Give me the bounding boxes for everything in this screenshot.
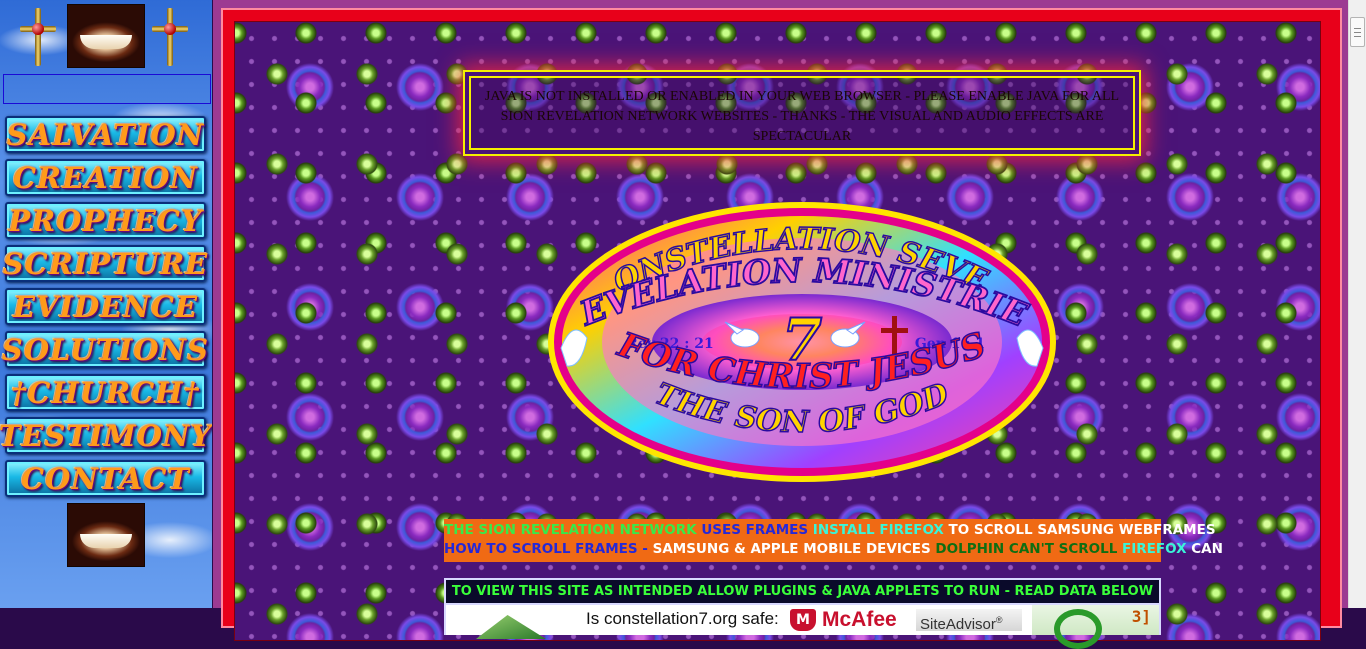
navigation-frame: SALVATION CREATION PROPHECY SCRIPTURE EV…	[0, 0, 212, 608]
nav-evidence-button[interactable]: EVIDENCE	[5, 288, 206, 325]
rating-badge[interactable]: 3]	[1032, 605, 1159, 649]
info-segment: THE SION REVELATION NETWORK	[444, 522, 702, 538]
nav-prophecy-button[interactable]: PROPHECY	[5, 202, 206, 239]
glowing-bible-image	[67, 4, 145, 68]
info-row-2: HOW TO SCROLL FRAMES - SAMSUNG & APPLE M…	[444, 540, 1223, 559]
glowing-bible-image	[67, 503, 145, 567]
info-segment: TO SCROLL SAMSUNG WEBFRAMES	[948, 522, 1216, 538]
nav-salvation-button[interactable]: SALVATION	[5, 116, 206, 153]
info-row-1: THE SION REVELATION NETWORK USES FRAMES …	[444, 521, 1216, 540]
plugins-notice: TO VIEW THIS SITE AS INTENDED ALLOW PLUG…	[444, 578, 1161, 605]
cosmic-background: JAVA IS NOT INSTALLED OR ENABLED IN YOUR…	[234, 21, 1321, 649]
nav-empty-box	[3, 74, 211, 104]
rating-count: 3]	[1131, 607, 1151, 626]
info-segment: CAN	[1191, 541, 1223, 557]
java-notice: JAVA IS NOT INSTALLED OR ENABLED IN YOUR…	[469, 76, 1135, 150]
vertical-scrollbar[interactable]	[1348, 0, 1366, 608]
mcafee-brand: McAfee	[822, 608, 897, 631]
mcafee-shield-icon: M	[790, 609, 816, 631]
nav-contact-button[interactable]: CONTACT	[5, 460, 206, 497]
mcafee-logo[interactable]: M McAfee	[790, 608, 897, 631]
scrollbar-thumb[interactable]	[1350, 17, 1365, 47]
safety-rating-bar[interactable]: Is constellation7.org safe: M McAfee Sit…	[444, 605, 1161, 649]
info-segment[interactable]: FIREFOX	[1122, 541, 1191, 557]
frames-info-bar: THE SION REVELATION NETWORK USES FRAMES …	[444, 519, 1223, 562]
cross-icon	[150, 8, 190, 66]
nav-testimony-button[interactable]: TESTIMONY	[0, 417, 211, 454]
red-border-frame: JAVA IS NOT INSTALLED OR ENABLED IN YOUR…	[221, 8, 1342, 649]
cross-icon	[18, 8, 58, 66]
siteadvisor-label: SiteAdvisor®	[916, 609, 1022, 633]
info-segment[interactable]: HOW TO SCROLL FRAMES -	[444, 541, 653, 557]
info-segment: DOLPHIN CAN'T SCROLL	[935, 541, 1123, 557]
info-segment: SAMSUNG & APPLE MOBILE DEVICES	[652, 541, 936, 557]
nav-scripture-button[interactable]: SCRIPTURE	[3, 245, 207, 282]
nav-solutions-button[interactable]: SOLUTIONS	[2, 331, 208, 368]
safety-label: Is constellation7.org safe:	[586, 609, 779, 628]
ring-icon	[1054, 609, 1102, 649]
house-graphic	[476, 615, 546, 639]
nav-church-button[interactable]: †CHURCH†	[5, 374, 206, 411]
nav-creation-button[interactable]: CREATION	[5, 159, 206, 196]
main-frame: JAVA IS NOT INSTALLED OR ENABLED IN YOUR…	[213, 0, 1348, 649]
info-segment[interactable]: INSTALL FIREFOX	[813, 522, 949, 538]
ministry-logo[interactable]: CONSTELLATION SEVEN REVELATION MINISTRIE…	[545, 198, 1059, 486]
info-segment[interactable]: USES FRAMES	[701, 522, 812, 538]
